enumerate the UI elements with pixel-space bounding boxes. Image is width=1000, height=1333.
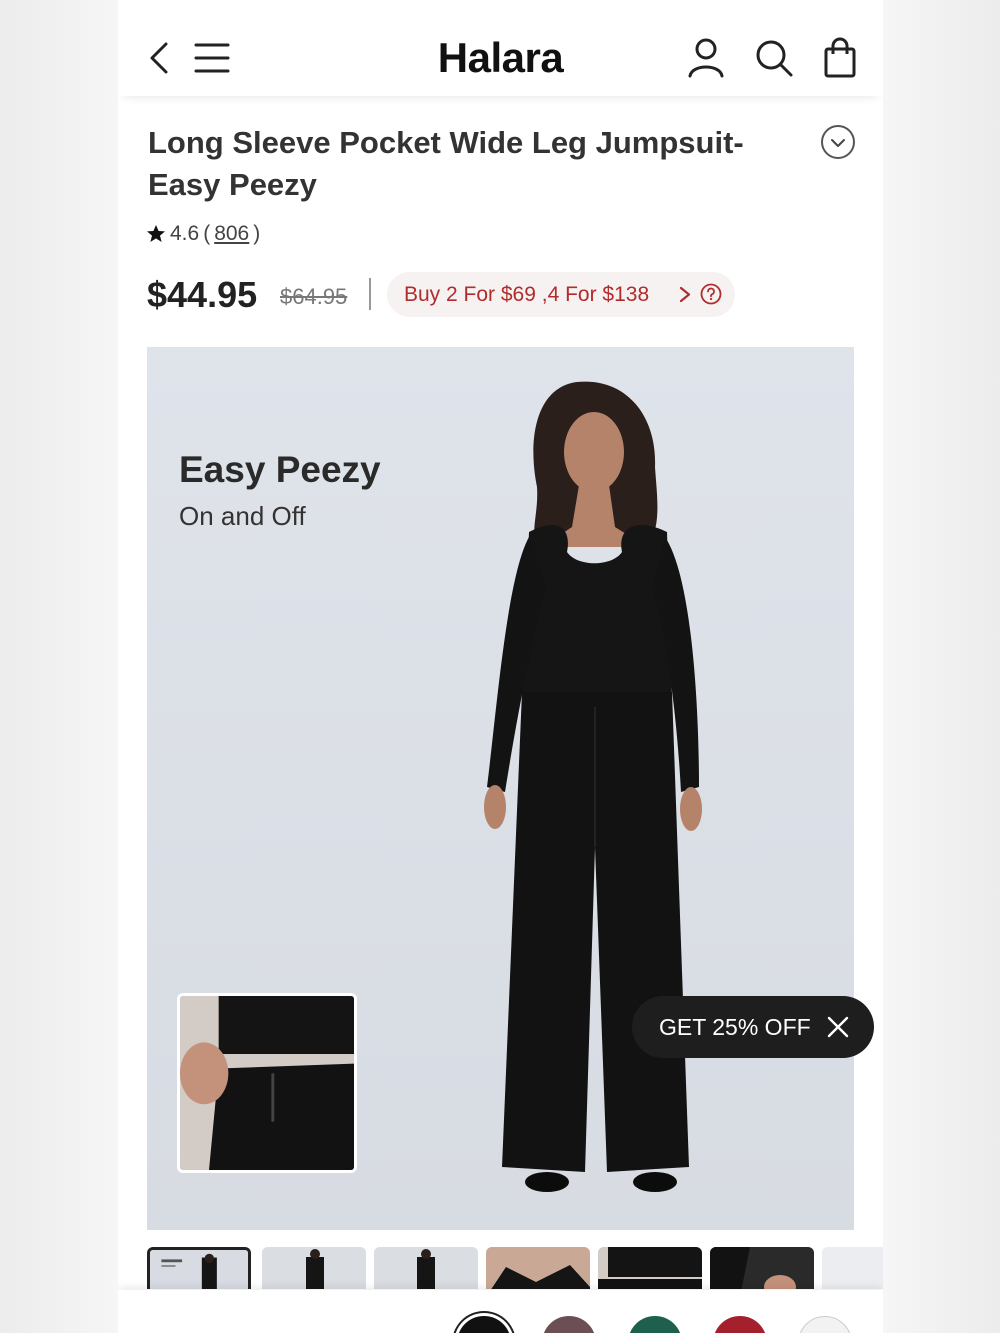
bundle-promo-label: Buy 2 For $69 ,4 For $138 <box>404 282 650 306</box>
price-divider <box>369 278 371 310</box>
chevron-down-icon[interactable] <box>821 125 855 159</box>
reviews-paren-open: ( <box>203 222 211 245</box>
product-page: Halara Long Sleeve Pocket Wide Leg Jumps… <box>118 0 883 1333</box>
product-title: Long Sleeve Pocket Wide Leg Jumpsuit-Eas… <box>148 125 744 202</box>
thumbnail-1[interactable] <box>147 1247 251 1289</box>
model-wearing-jumpsuit-image <box>484 381 702 1192</box>
thumbnail-7[interactable] <box>822 1247 883 1289</box>
shopping-bag-icon[interactable] <box>818 36 862 80</box>
color-swatch-bar <box>118 1290 883 1333</box>
thumbnail-4[interactable] <box>486 1247 590 1289</box>
product-hero-image[interactable]: Easy Peezy On and Off <box>147 347 854 1230</box>
product-rating: 4.6 ( 806 ) <box>146 222 260 246</box>
coupon-label: GET 25% OFF <box>659 1013 811 1040</box>
color-swatch-white[interactable] <box>798 1316 852 1333</box>
color-swatch-red[interactable] <box>713 1316 767 1333</box>
thumbnail-2[interactable] <box>262 1247 366 1289</box>
search-icon[interactable] <box>752 36 796 80</box>
help-circle-icon[interactable] <box>700 283 722 305</box>
user-icon[interactable] <box>684 36 728 80</box>
close-icon[interactable] <box>826 1015 850 1039</box>
page-background-left <box>0 0 120 1333</box>
color-swatch-black[interactable] <box>457 1316 511 1333</box>
thumbnail-3[interactable] <box>374 1247 478 1289</box>
coupon-get-25-off-button[interactable]: GET 25% OFF <box>632 996 874 1058</box>
top-nav-bar: Halara <box>118 0 883 96</box>
rating-value: 4.6 <box>170 222 200 245</box>
chevron-right-icon <box>679 286 691 303</box>
star-icon <box>147 225 165 242</box>
page-background-right <box>880 0 1000 1333</box>
color-swatch-mauve[interactable] <box>542 1316 596 1333</box>
sale-price: $44.95 <box>147 274 258 315</box>
thumbnail-strip <box>147 1247 883 1289</box>
reviews-count-link[interactable]: 806 <box>214 222 249 246</box>
thumbnail-6[interactable] <box>710 1247 814 1289</box>
color-swatch-green[interactable] <box>628 1316 682 1333</box>
reviews-paren-close: ) <box>253 222 261 245</box>
original-price: $64.95 <box>280 284 348 309</box>
hero-title: Easy Peezy <box>179 449 381 490</box>
hero-subtitle: On and Off <box>179 501 306 531</box>
detail-inset-image[interactable] <box>177 993 357 1173</box>
bundle-promo-button[interactable]: Buy 2 For $69 ,4 For $138 <box>387 272 735 317</box>
thumbnail-5[interactable] <box>598 1247 702 1289</box>
